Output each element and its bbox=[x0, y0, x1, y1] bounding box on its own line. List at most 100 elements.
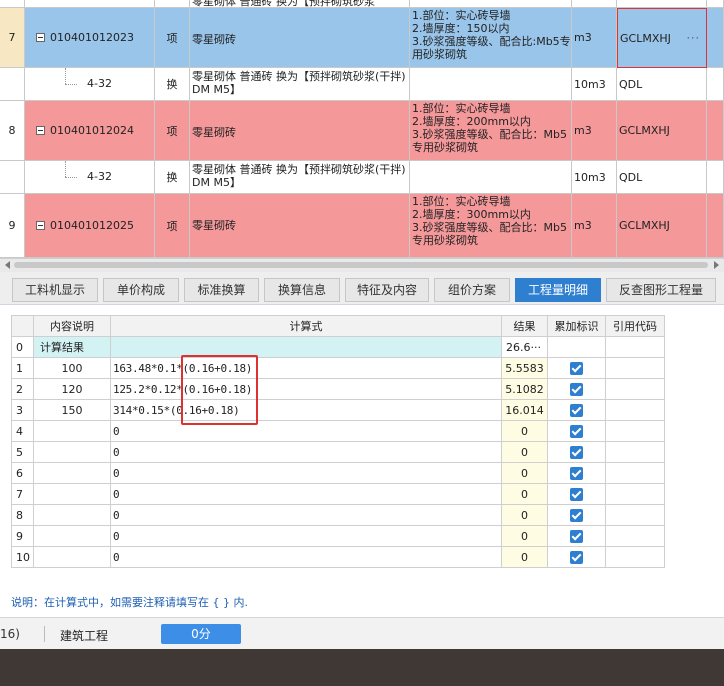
tab-3[interactable]: 标准换算 bbox=[184, 278, 259, 302]
unit-cell[interactable]: 10m3 bbox=[572, 68, 617, 101]
accum-checkbox-icon[interactable] bbox=[570, 382, 583, 396]
accum-checkbox-icon[interactable] bbox=[570, 361, 583, 375]
expr-cell[interactable]: 0 bbox=[110, 483, 502, 505]
name-cell[interactable]: 零星砌砖 bbox=[190, 101, 410, 161]
bill-item-row[interactable]: 7 010401012023 项零星砌砖 1.部位：实心砖导墙 2.墙厚度：150以内 3… bbox=[0, 8, 724, 68]
ref-code-cell[interactable] bbox=[605, 336, 665, 358]
expr-cell[interactable]: 163.48*0.1*(0.16+0.18) bbox=[110, 357, 502, 379]
accum-flag-cell[interactable] bbox=[547, 483, 606, 505]
ref-code-cell[interactable] bbox=[605, 441, 665, 463]
detail-row[interactable]: 3 150 314*0.15*(0.16+0.18) 16.014 bbox=[11, 399, 665, 421]
category-cell[interactable]: 项 bbox=[155, 194, 190, 258]
accum-flag-cell[interactable] bbox=[547, 525, 606, 547]
header-ref[interactable]: 引用代码 bbox=[605, 315, 665, 337]
desc-cell[interactable]: 120 bbox=[33, 378, 111, 400]
ref-code-cell[interactable] bbox=[605, 546, 665, 568]
detail-row[interactable]: 4 00 bbox=[11, 420, 665, 442]
ref-code-cell[interactable] bbox=[605, 504, 665, 526]
detail-row[interactable]: 2 120 125.2*0.12*(0.16+0.18) 5.1082 bbox=[11, 378, 665, 400]
expr-cell[interactable] bbox=[110, 336, 502, 358]
category-cell[interactable]: 换 bbox=[155, 161, 190, 194]
code-cell[interactable]: 4-32 bbox=[25, 68, 155, 101]
expr-cell[interactable]: GCLMXHJ ··· bbox=[617, 8, 707, 68]
horizontal-scrollbar[interactable] bbox=[0, 258, 724, 272]
detail-row[interactable]: 9 00 bbox=[11, 525, 665, 547]
feature-cell[interactable] bbox=[410, 68, 572, 101]
category-cell[interactable]: 项 bbox=[155, 101, 190, 161]
bill-item-row[interactable]: 9 010401012025 项零星砌砖 1.部位：实心砖导墙 2.墙厚度：300mm以… bbox=[0, 194, 724, 258]
expr-cell[interactable]: GCLMXHJ bbox=[617, 194, 707, 258]
code-cell[interactable]: 010401012023 bbox=[25, 8, 155, 68]
desc-cell[interactable]: 100 bbox=[33, 357, 111, 379]
desc-cell[interactable] bbox=[33, 441, 111, 463]
expr-cell[interactable]: 0 bbox=[110, 525, 502, 547]
collapse-icon[interactable] bbox=[36, 126, 45, 135]
scroll-left-arrow-icon[interactable] bbox=[5, 261, 10, 269]
tab-4[interactable]: 换算信息 bbox=[264, 278, 340, 302]
expr-cell[interactable]: QDL bbox=[617, 161, 707, 194]
accum-checkbox-icon[interactable] bbox=[570, 424, 583, 438]
name-cell[interactable]: 零星砌体 普通砖 换为【预拌砌筑砂浆(干拌) DM M5】 bbox=[190, 68, 410, 101]
desc-cell[interactable] bbox=[33, 483, 111, 505]
expr-cell[interactable]: 0 bbox=[110, 504, 502, 526]
accum-flag-cell[interactable] bbox=[547, 462, 606, 484]
header-result[interactable]: 结果 bbox=[501, 315, 548, 337]
collapse-icon[interactable] bbox=[36, 221, 45, 230]
more-options-icon[interactable]: ··· bbox=[687, 32, 701, 45]
accum-checkbox-icon[interactable] bbox=[570, 487, 583, 501]
unit-cell[interactable]: 10m3 bbox=[572, 161, 617, 194]
ref-code-cell[interactable] bbox=[605, 378, 665, 400]
feature-cell[interactable] bbox=[410, 161, 572, 194]
detail-row[interactable]: 10 0 0 bbox=[11, 546, 665, 568]
expr-cell[interactable]: 0 bbox=[110, 441, 502, 463]
accum-flag-cell[interactable] bbox=[547, 420, 606, 442]
accum-flag-cell[interactable] bbox=[547, 378, 606, 400]
tab-1[interactable]: 工料机显示 bbox=[12, 278, 98, 302]
desc-cell[interactable]: 计算结果 bbox=[33, 336, 111, 358]
expr-cell[interactable]: 0 bbox=[110, 546, 502, 568]
detail-row[interactable]: 5 00 bbox=[11, 441, 665, 463]
ref-code-cell[interactable] bbox=[605, 483, 665, 505]
accum-flag-cell[interactable] bbox=[547, 357, 606, 379]
expr-cell[interactable]: QDL bbox=[617, 68, 707, 101]
accum-flag-cell[interactable] bbox=[547, 336, 606, 358]
tab-6[interactable]: 组价方案 bbox=[434, 278, 510, 302]
expr-cell[interactable]: GCLMXHJ bbox=[617, 101, 707, 161]
expr-cell[interactable]: 0 bbox=[110, 462, 502, 484]
code-cell[interactable]: 010401012024 bbox=[25, 101, 155, 161]
header-accum[interactable]: 累加标识 bbox=[547, 315, 606, 337]
header-desc[interactable]: 内容说明 bbox=[33, 315, 111, 337]
quota-sub-row[interactable]: 4-32 换零星砌体 普通砖 换为【预拌砌筑砂浆(干拌) DM M5】 10m3 QD… bbox=[0, 68, 724, 101]
category-cell[interactable] bbox=[155, 0, 190, 8]
detail-row[interactable]: 0 计算结果 26.6··· bbox=[11, 336, 665, 358]
expr-cell[interactable]: 125.2*0.12*(0.16+0.18) bbox=[110, 378, 502, 400]
desc-cell[interactable]: 150 bbox=[33, 399, 111, 421]
unit-cell[interactable]: m3 bbox=[572, 8, 617, 68]
tab-2[interactable]: 单价构成 bbox=[103, 278, 179, 302]
code-cell[interactable]: 010401012025 bbox=[25, 194, 155, 258]
code-cell[interactable] bbox=[25, 0, 155, 8]
scrollbar-thumb[interactable] bbox=[14, 262, 708, 268]
detail-row[interactable]: 8 00 bbox=[11, 504, 665, 526]
ref-code-cell[interactable] bbox=[605, 420, 665, 442]
ref-code-cell[interactable] bbox=[605, 399, 665, 421]
tab-8[interactable]: 反查图形工程量 bbox=[606, 278, 716, 302]
name-cell[interactable]: 零星砌砖 bbox=[190, 194, 410, 258]
accum-flag-cell[interactable] bbox=[547, 399, 606, 421]
expr-cell[interactable]: 314*0.15*(0.16+0.18) bbox=[110, 399, 502, 421]
category-cell[interactable]: 项 bbox=[155, 8, 190, 68]
header-expr[interactable]: 计算式 bbox=[110, 315, 502, 337]
tab-7[interactable]: 工程量明细 bbox=[515, 278, 601, 302]
accum-checkbox-icon[interactable] bbox=[570, 508, 583, 522]
name-cell[interactable]: 零星砌砖 bbox=[190, 8, 410, 68]
detail-row[interactable]: 1 100 163.48*0.1*(0.16+0.18) 5.5583 bbox=[11, 357, 665, 379]
desc-cell[interactable] bbox=[33, 504, 111, 526]
feature-cell[interactable]: 1.部位：实心砖导墙 2.墙厚度：300mm以内 3.砂浆强度等级、配合比：Mb5专… bbox=[410, 194, 572, 258]
desc-cell[interactable] bbox=[33, 525, 111, 547]
accum-checkbox-icon[interactable] bbox=[570, 445, 583, 459]
accum-checkbox-icon[interactable] bbox=[570, 466, 583, 480]
accum-checkbox-icon[interactable] bbox=[570, 403, 583, 417]
collapse-icon[interactable] bbox=[36, 33, 45, 42]
expr-cell[interactable]: 0 bbox=[110, 420, 502, 442]
desc-cell[interactable] bbox=[33, 420, 111, 442]
